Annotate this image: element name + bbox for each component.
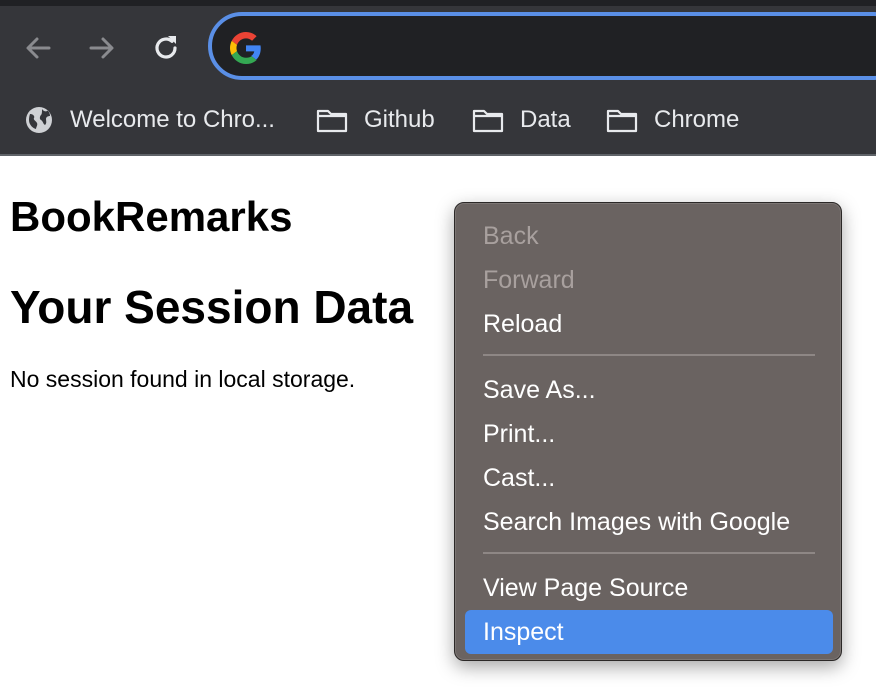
session-message: No session found in local storage. bbox=[10, 366, 356, 392]
folder-icon bbox=[472, 107, 504, 133]
arrow-left-icon bbox=[23, 33, 53, 63]
menu-item-inspect[interactable]: Inspect bbox=[465, 610, 833, 654]
browser-toolbar bbox=[0, 0, 876, 86]
section-heading: Your Session Data bbox=[10, 281, 414, 333]
menu-item-save-as[interactable]: Save As... bbox=[465, 368, 833, 412]
menu-separator bbox=[483, 552, 815, 554]
folder-icon bbox=[606, 107, 638, 133]
tab-strip-edge bbox=[0, 0, 876, 6]
menu-item-print[interactable]: Print... bbox=[465, 412, 833, 456]
menu-item-back: Back bbox=[483, 222, 539, 250]
bookmark-folder-data[interactable]: Data bbox=[472, 86, 571, 154]
forward-button[interactable] bbox=[82, 28, 122, 68]
globe-icon bbox=[24, 105, 54, 135]
reload-button[interactable] bbox=[146, 28, 186, 68]
menu-item-reload[interactable]: Reload bbox=[465, 302, 833, 346]
bookmark-label: Welcome to Chro... bbox=[70, 106, 275, 133]
bookmark-label: Chrome bbox=[654, 106, 740, 133]
folder-icon bbox=[316, 107, 348, 133]
menu-separator bbox=[483, 354, 815, 356]
bookmark-folder-github[interactable]: Github bbox=[316, 86, 435, 154]
menu-item-view-page-source[interactable]: View Page Source bbox=[465, 566, 833, 610]
context-menu: Back Forward Reload Save As... Print... … bbox=[454, 202, 842, 661]
menu-item-search-images[interactable]: Search Images with Google bbox=[465, 500, 833, 544]
omnibox-input[interactable] bbox=[274, 30, 838, 64]
bookmark-label: Github bbox=[364, 106, 435, 133]
reload-icon bbox=[150, 32, 182, 64]
bookmarks-bar: Welcome to Chro... Github Data Chrome bbox=[0, 86, 876, 156]
arrow-right-icon bbox=[87, 33, 117, 63]
omnibox[interactable] bbox=[208, 12, 876, 80]
bookmark-folder-chrome[interactable]: Chrome bbox=[606, 86, 739, 154]
google-g-icon bbox=[230, 32, 262, 64]
bookmark-label: Data bbox=[520, 106, 571, 133]
bookmark-welcome[interactable]: Welcome to Chro... bbox=[24, 86, 275, 154]
menu-item-cast[interactable]: Cast... bbox=[465, 456, 833, 500]
menu-item-forward: Forward bbox=[483, 266, 575, 294]
back-button[interactable] bbox=[18, 28, 58, 68]
page-title: BookRemarks bbox=[10, 193, 293, 240]
